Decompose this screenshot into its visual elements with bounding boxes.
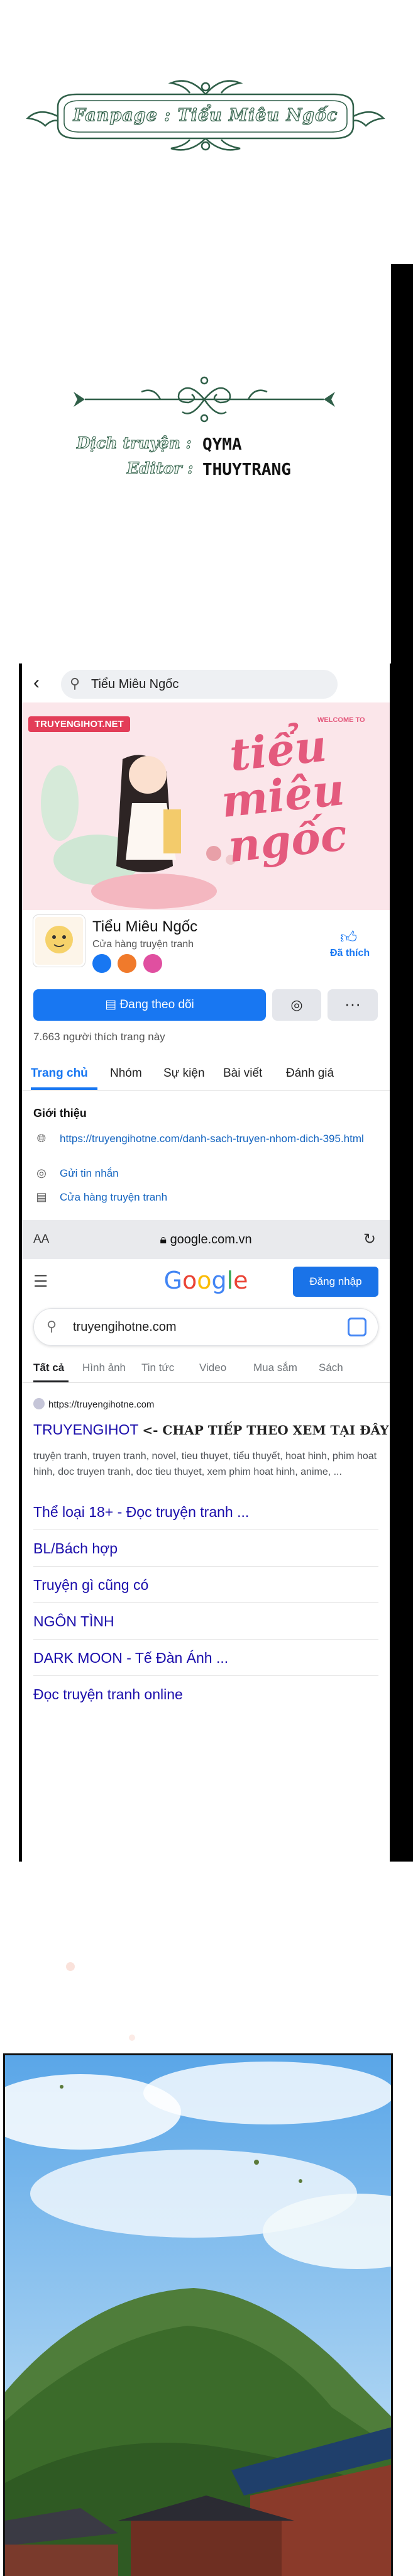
blur-particle <box>66 1962 75 1971</box>
google-tabs: Tất cả Hình ảnh Tin tức Video Mua sắm Sá… <box>22 1355 390 1383</box>
cover-logo: TRUYENGIHOT.NET <box>28 716 130 732</box>
tab-posts[interactable]: Bài viết <box>223 1067 262 1080</box>
follow-button[interactable]: ▤ Đang theo dõi <box>33 989 266 1021</box>
badge-blue-icon <box>92 954 111 973</box>
comic-panel <box>3 2053 393 2576</box>
sitelink-item[interactable]: NGÔN TÌNH <box>33 1603 378 1640</box>
fanpage-banner: Fanpage : Tiểu Miêu Ngốc <box>20 69 391 157</box>
fb-search-input[interactable]: ⚲ Tiểu Miêu Ngốc <box>61 670 338 699</box>
gtab-active-indicator <box>33 1380 69 1382</box>
sitelink-item[interactable]: DARK MOON - Tế Đàn Ánh ... <box>33 1640 378 1676</box>
sitelink-item[interactable]: Đọc truyện tranh online <box>33 1676 378 1713</box>
editor-label: Editor : <box>126 459 194 478</box>
gtab-shopping[interactable]: Mua sắm <box>253 1362 297 1374</box>
back-arrow-icon[interactable]: ‹ <box>33 672 40 694</box>
search-icon: ⚲ <box>47 1318 57 1334</box>
follow-button-label: Đang theo dõi <box>119 998 194 1011</box>
landscape-illustration <box>5 2055 391 2576</box>
tab-home[interactable]: Trang chủ <box>31 1067 88 1080</box>
lock-icon: 🔒︎ <box>160 1233 170 1246</box>
ornamental-divider <box>74 376 335 423</box>
gtab-news[interactable]: Tin tức <box>141 1362 174 1374</box>
intro-title: Giới thiệu <box>33 1107 87 1119</box>
phone-screen: ‹ ⚲ Tiểu Miêu Ngốc TRUYENGIHOT.NET WELCO… <box>22 663 390 1862</box>
fb-tabs: Trang chủ Nhóm Sự kiện Bài viết Đánh giá <box>22 1057 390 1091</box>
fb-search-query: Tiểu Miêu Ngốc <box>91 677 179 691</box>
page-badges <box>92 954 166 976</box>
fb-cover-image: TRUYENGIHOT.NET WELCOME TO tiểu miêu ngố… <box>22 702 390 910</box>
followers-count: 7.663 người thích trang này <box>33 1031 165 1043</box>
search-icon: ⚲ <box>70 675 80 691</box>
thumbs-up-icon[interactable]: 👍︎ <box>340 928 357 947</box>
url-value: google.com.vn <box>170 1233 252 1246</box>
google-header: ☰ Google Đăng nhập <box>22 1259 390 1302</box>
tab-groups[interactable]: Nhóm <box>110 1067 142 1080</box>
result-cta: <- CHAP TIẾP THEO XEM TẠI ĐÂY NHA <box>142 1423 390 1438</box>
translator-label: Dịch truyện : <box>77 434 192 453</box>
google-search-input[interactable]: ⚲ truyengihotne.com <box>33 1308 378 1346</box>
gtab-all[interactable]: Tất cả <box>33 1362 64 1374</box>
intro-message[interactable]: Gửi tin nhắn <box>60 1167 374 1180</box>
page: Fanpage : Tiểu Miêu Ngốc Dịch truyện : Q… <box>0 0 413 2576</box>
messenger-icon: ◎ <box>290 997 303 1013</box>
more-button[interactable]: ··· <box>328 989 378 1021</box>
reload-icon[interactable]: ↻ <box>363 1230 376 1248</box>
tab-active-indicator <box>31 1087 97 1090</box>
site-favicon-icon <box>33 1398 45 1409</box>
phone-screenshot: ‹ ⚲ Tiểu Miêu Ngốc TRUYENGIHOT.NET WELCO… <box>19 663 393 1862</box>
sitelink-item[interactable]: BL/Bách hợp <box>33 1530 378 1567</box>
gtab-books[interactable]: Sách <box>319 1362 343 1374</box>
intro-store[interactable]: Cửa hàng truyện tranh <box>60 1191 374 1204</box>
result-url[interactable]: https://truyengihotne.com <box>48 1399 154 1410</box>
result-description: truyện tranh, truyen tranh, novel, tieu … <box>33 1451 377 1477</box>
signin-button[interactable]: Đăng nhập <box>293 1267 378 1297</box>
sitelink-item[interactable]: Truyện gì cũng có <box>33 1567 378 1603</box>
black-border <box>391 264 413 1862</box>
tab-reviews[interactable]: Đánh giá <box>286 1067 334 1080</box>
google-search-query: truyengihotne.com <box>73 1320 177 1334</box>
fanpage-text: Fanpage : Tiểu Miêu Ngốc <box>73 105 338 125</box>
url-text[interactable]: 🔒︎ google.com.vn <box>22 1233 390 1247</box>
page-type: Cửa hàng truyện tranh <box>92 939 194 950</box>
messenger-button[interactable]: ◎ <box>272 989 321 1021</box>
like-label[interactable]: Đã thích <box>330 948 370 959</box>
result-title-text[interactable]: TRUYENGIHOT <box>33 1421 138 1438</box>
badge-orange-icon <box>118 954 137 973</box>
blur-particle <box>129 2035 135 2041</box>
badge-pink-icon <box>143 954 162 973</box>
translator-name: QYMA <box>202 435 242 454</box>
more-icon: ··· <box>344 994 361 1013</box>
intro-link[interactable]: https://truyengihotne.com/danh-sach-truy… <box>60 1132 374 1146</box>
fb-top-bar: ‹ ⚲ Tiểu Miêu Ngốc <box>22 663 390 702</box>
page-name[interactable]: Tiểu Miêu Ngốc <box>92 918 197 936</box>
globe-icon: 🌐︎ <box>36 1132 47 1145</box>
result-title[interactable]: TRUYENGIHOT <- CHAP TIẾP THEO XEM TẠI ĐÂ… <box>33 1421 390 1438</box>
gtab-images[interactable]: Hình ảnh <box>82 1362 126 1374</box>
gtab-video[interactable]: Video <box>199 1362 226 1374</box>
browser-url-bar[interactable]: AA 🔒︎ google.com.vn ↻ <box>22 1220 390 1259</box>
editor-name: THUYTRANG <box>202 460 291 479</box>
tab-events[interactable]: Sự kiện <box>163 1067 205 1080</box>
cover-script-title: tiểu miêu ngốc <box>219 719 350 873</box>
messenger-small-icon: ◎ <box>36 1167 47 1179</box>
shop-icon: ▤ <box>36 1191 47 1203</box>
avatar-illustration <box>45 926 73 953</box>
page-avatar[interactable] <box>33 915 85 967</box>
rss-icon: ▤ <box>105 998 120 1011</box>
google-lens-icon[interactable] <box>348 1318 366 1336</box>
sitelink-item[interactable]: Thể loại 18+ - Đọc truyện tranh ... <box>33 1494 378 1530</box>
